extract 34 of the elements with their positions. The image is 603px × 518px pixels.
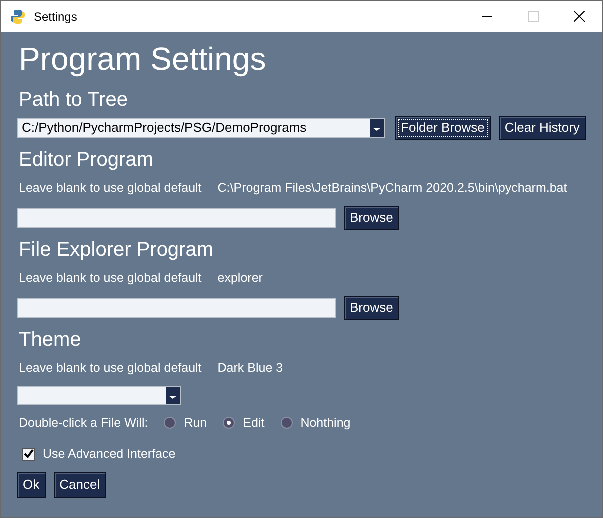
hint-text: Leave blank to use global default — [19, 180, 202, 196]
hint-text: Leave blank to use global default — [19, 360, 202, 376]
text-field[interactable] — [17, 208, 336, 228]
app-icon — [10, 8, 26, 24]
radio-group-label: Double-click a File Will: — [19, 415, 148, 432]
checkbox[interactable] — [22, 448, 35, 461]
default-value: C:\Program Files\JetBrains\PyCharm 2020.2.5\bin\pycharm.bat — [218, 180, 568, 196]
browse-button[interactable]: Browse — [344, 296, 400, 320]
radio-option[interactable]: Nohthing — [280, 414, 351, 433]
section-title: Theme — [19, 328, 82, 352]
radio-button[interactable] — [280, 417, 293, 430]
dropdown-arrow-icon — [373, 125, 381, 131]
hint-text: Leave blank to use global default — [19, 270, 202, 286]
theme-combo[interactable] — [17, 386, 181, 405]
button[interactable]: Clear History — [498, 116, 586, 140]
checkbox-label: Use Advanced Interface — [43, 446, 176, 463]
section-title: File Explorer Program — [19, 238, 215, 262]
path-combo[interactable]: C:/Python/PycharmProjects/PSG/DemoPrograms — [17, 118, 385, 138]
dialog-button[interactable]: Ok — [17, 472, 46, 498]
page-heading: Program Settings — [19, 40, 268, 78]
radio-option[interactable]: Run — [164, 414, 208, 433]
section-title: Path to Tree — [19, 88, 129, 112]
default-value: Dark Blue 3 — [218, 360, 284, 376]
default-value: explorer — [218, 270, 263, 286]
close-icon[interactable] — [574, 11, 584, 22]
browse-button[interactable]: Browse — [344, 206, 400, 230]
text-field[interactable] — [17, 298, 336, 318]
button[interactable]: Folder Browse — [395, 116, 491, 140]
dialog-button[interactable]: Cancel — [54, 472, 106, 498]
radio-button[interactable] — [164, 417, 176, 430]
section-title: Editor Program — [19, 148, 154, 172]
window-title: Settings — [34, 8, 78, 26]
radio-button[interactable] — [223, 417, 236, 430]
radio-option[interactable]: Edit — [223, 414, 265, 433]
